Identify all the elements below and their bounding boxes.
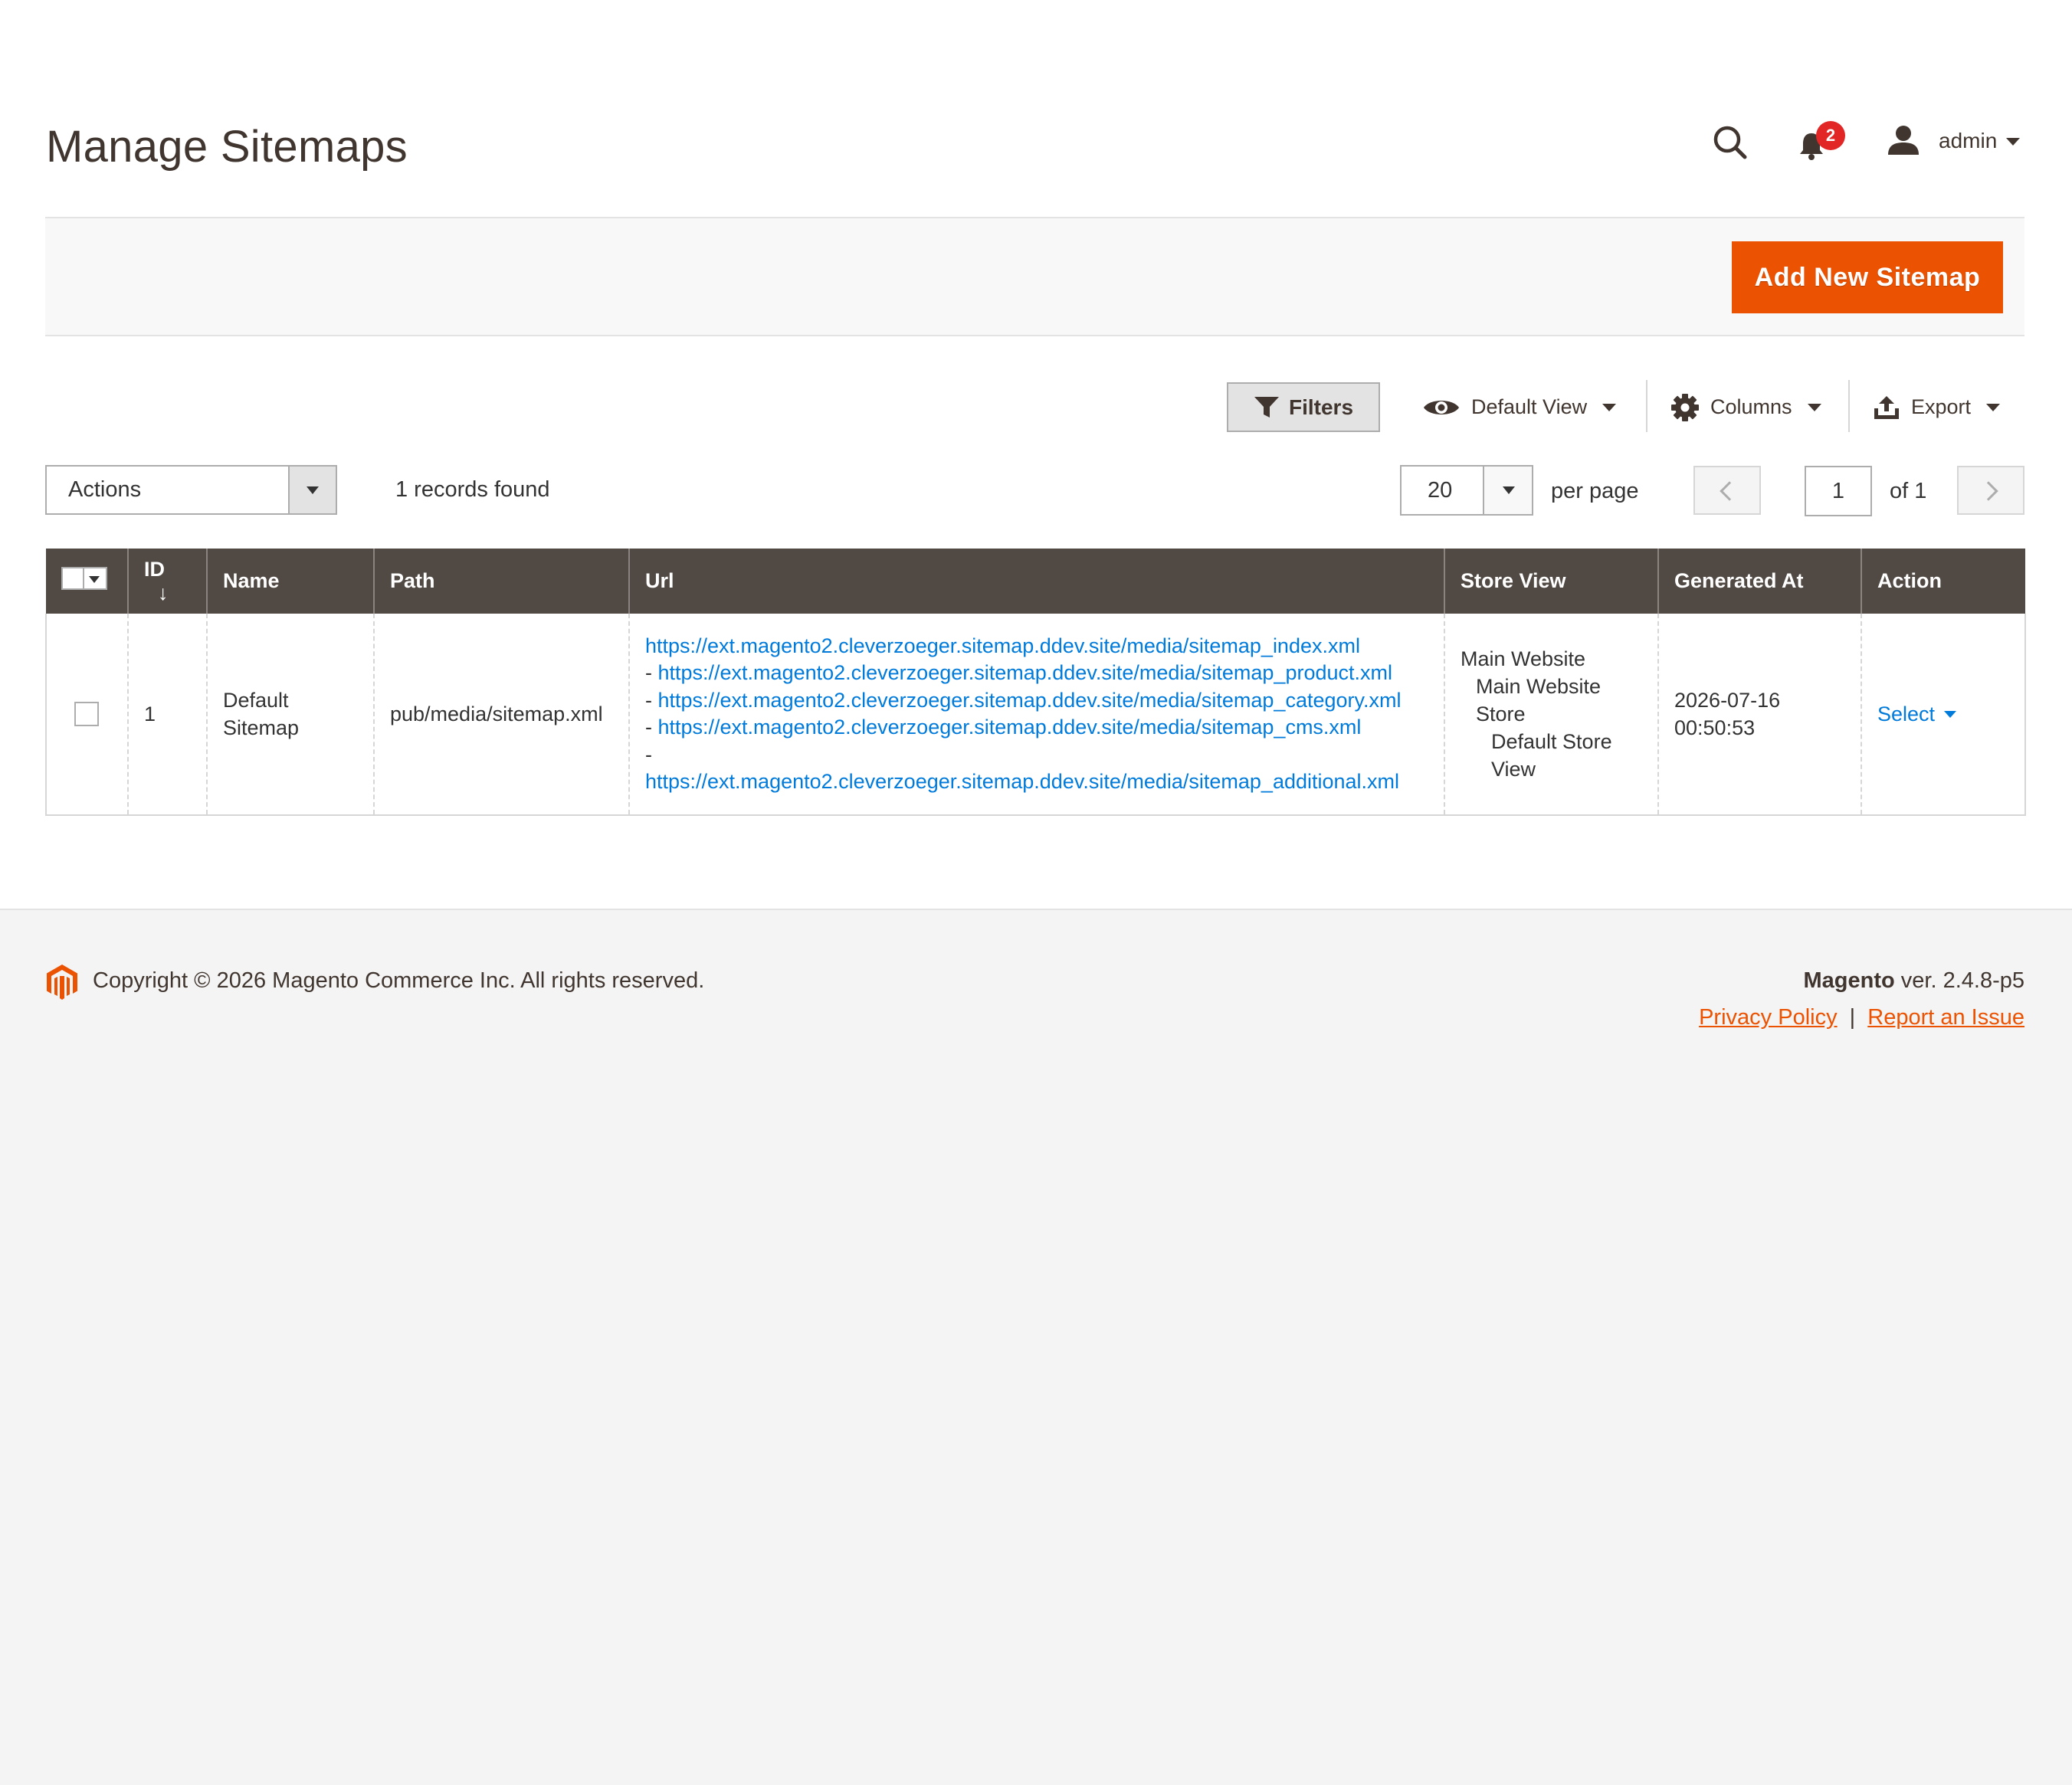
page-content: Manage Sitemaps 2 admin Add New Sitemap (0, 0, 2072, 909)
sitemap-url-link[interactable]: https://ext.magento2.cleverzoeger.sitema… (645, 770, 1399, 793)
column-header-generated-at[interactable]: Generated At (1657, 549, 1861, 614)
columns-label: Columns (1710, 395, 1792, 418)
sitemap-url-link[interactable]: https://ext.magento2.cleverzoeger.sitema… (658, 716, 1362, 739)
select-all-checkbox[interactable] (61, 567, 84, 590)
sitemap-url-link[interactable]: https://ext.magento2.cleverzoeger.sitema… (645, 634, 1360, 657)
column-header-action: Action (1861, 549, 2025, 614)
per-page-label: per page (1551, 479, 1639, 503)
previous-page-button[interactable] (1693, 466, 1761, 515)
sitemaps-grid: ID ↓ Name Path Url Store View Generated … (45, 549, 2026, 816)
chevron-down-icon (2006, 138, 2020, 146)
cell-id: 1 (127, 614, 207, 816)
notifications-count-badge: 2 (1816, 121, 1845, 150)
cell-action: Select (1861, 614, 2026, 816)
filter-icon (1254, 396, 1279, 418)
chevron-down-icon (307, 486, 319, 494)
row-action-select[interactable]: Select (1877, 700, 1957, 728)
per-page-value: 20 (1428, 478, 1453, 503)
column-header-name[interactable]: Name (206, 549, 374, 614)
admin-user-name: admin (1939, 129, 1998, 152)
column-header-url[interactable]: Url (628, 549, 1444, 614)
columns-control[interactable]: Columns (1670, 382, 1821, 432)
cell-url: https://ext.magento2.cleverzoeger.sitema… (628, 614, 1444, 816)
global-search-button[interactable] (1709, 123, 1753, 162)
column-header-id[interactable]: ID ↓ (127, 549, 207, 614)
sitemap-url-link[interactable]: https://ext.magento2.cleverzoeger.sitema… (658, 661, 1393, 684)
store-website: Main Website (1461, 647, 1586, 670)
chevron-down-icon (1944, 710, 1957, 718)
mass-select-dropdown[interactable] (84, 567, 107, 590)
next-page-button[interactable] (1957, 466, 2024, 515)
chevron-left-icon (1720, 481, 1739, 501)
mass-actions-label: Actions (68, 477, 142, 502)
add-new-sitemap-button[interactable]: Add New Sitemap (1732, 241, 2003, 313)
mass-actions-select[interactable]: Actions (45, 465, 337, 515)
sort-arrow-icon: ↓ (158, 581, 169, 604)
header-actions: 2 admin (1709, 121, 2031, 162)
eye-icon (1424, 400, 1459, 414)
footer-version: Magento ver. 2.4.8-p5 (1803, 968, 2025, 993)
view-label: Default View (1471, 395, 1588, 418)
grid-header-row: ID ↓ Name Path Url Store View Generated … (46, 549, 2025, 614)
page-title: Manage Sitemaps (46, 122, 408, 172)
mass-select-header (46, 549, 128, 614)
store-group: Main Website Store (1476, 675, 1602, 725)
per-page-toggle[interactable] (1483, 467, 1532, 514)
footer-divider (0, 909, 2072, 910)
current-page-input[interactable] (1805, 466, 1872, 516)
filters-label: Filters (1288, 395, 1354, 419)
store-view-name: Default Store View (1491, 730, 1612, 781)
search-icon (1713, 126, 1747, 159)
privacy-policy-link[interactable]: Privacy Policy (1699, 1005, 1838, 1030)
sitemap-url-link[interactable]: https://ext.magento2.cleverzoeger.sitema… (658, 689, 1402, 712)
chevron-down-icon (1503, 486, 1515, 494)
export-control[interactable]: Export (1873, 382, 2001, 432)
footer-links: Privacy Policy | Report an Issue (1699, 1005, 2024, 1030)
page-actions-bar: Add New Sitemap (45, 217, 2024, 336)
chevron-down-icon (1986, 403, 2001, 411)
cell-path: pub/media/sitemap.xml (373, 614, 629, 816)
export-icon (1874, 395, 1899, 419)
row-checkbox[interactable] (74, 702, 99, 726)
gear-icon (1671, 393, 1699, 421)
records-found-count: 1 records found (395, 477, 550, 502)
per-page-select[interactable]: 20 (1400, 465, 1533, 516)
column-header-path[interactable]: Path (373, 549, 629, 614)
toolbar-divider (1646, 380, 1647, 432)
chevron-right-icon (1979, 481, 1998, 501)
chevron-down-icon (1602, 403, 1617, 411)
user-icon (1888, 126, 1919, 155)
footer-copyright: Copyright © 2026 Magento Commerce Inc. A… (93, 968, 705, 993)
admin-user-menu[interactable]: admin (1877, 123, 2031, 162)
view-switcher[interactable]: Default View (1422, 382, 1617, 432)
chevron-down-icon (1807, 403, 1821, 411)
table-row: 1 Default Sitemap pub/media/sitemap.xml … (45, 614, 2026, 816)
report-issue-link[interactable]: Report an Issue (1867, 1005, 2024, 1030)
cell-generated-at: 2026-07-16 00:50:53 (1657, 614, 1861, 816)
mass-actions-toggle[interactable] (288, 467, 336, 513)
filters-button[interactable]: Filters (1227, 382, 1380, 432)
toolbar-divider (1848, 380, 1850, 432)
column-header-store-view[interactable]: Store View (1444, 549, 1658, 614)
row-select-cell (45, 614, 128, 816)
mass-select-control[interactable] (61, 567, 107, 590)
page-total: of 1 (1890, 479, 1927, 503)
magento-logo-icon (47, 965, 77, 1000)
export-label: Export (1911, 395, 1972, 418)
cell-store-view: Main Website Main Website Store Default … (1444, 614, 1658, 816)
cell-name: Default Sitemap (206, 614, 374, 816)
